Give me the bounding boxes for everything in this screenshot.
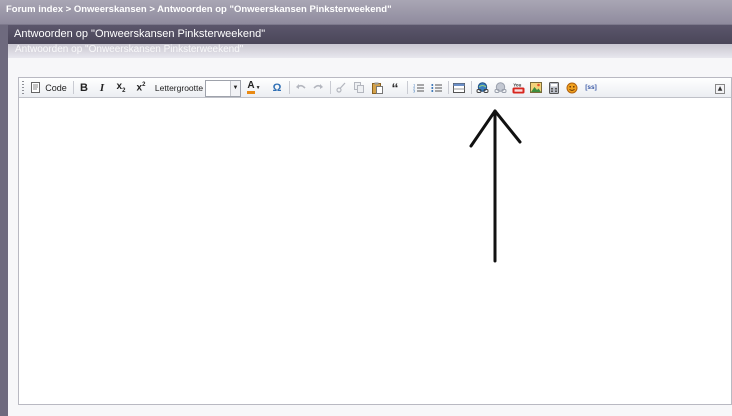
- redo-button[interactable]: [310, 80, 326, 95]
- numbered-list-button[interactable]: 1 2 3: [410, 80, 426, 95]
- font-color-icon: A: [247, 81, 255, 94]
- code-button[interactable]: Code: [28, 80, 70, 95]
- panel-subheader: Antwoorden op "Onweerskansen Pinksterwee…: [8, 44, 732, 58]
- subscript-icon: x2: [117, 81, 126, 94]
- font-color-button[interactable]: A ▼: [244, 80, 264, 95]
- svg-text:3: 3: [413, 89, 415, 93]
- table-button[interactable]: [451, 80, 467, 95]
- special-char-button[interactable]: Ω: [269, 80, 285, 95]
- bold-icon: B: [80, 81, 88, 94]
- copy-button[interactable]: [351, 80, 367, 95]
- code-label: Code: [45, 82, 67, 93]
- calculator-button[interactable]: [546, 80, 562, 95]
- superscript-button[interactable]: x2: [132, 80, 150, 95]
- omega-icon: Ω: [272, 81, 282, 94]
- toolbar-separator: [330, 81, 331, 94]
- superscript-mark: 2: [142, 81, 146, 88]
- undo-icon: [295, 84, 306, 89]
- embed-button[interactable]: [ss]: [582, 80, 600, 95]
- toolbar-separator: [289, 81, 290, 94]
- clipboard-icon: [371, 82, 383, 94]
- document-icon: [31, 82, 41, 93]
- copy-icon: [353, 82, 364, 93]
- breadcrumb[interactable]: Forum index > Onweerskansen > Antwoorden…: [6, 4, 392, 15]
- unlink-globe-icon: [494, 82, 506, 93]
- bullet-list-button[interactable]: [428, 80, 444, 95]
- editor-content-area[interactable]: [19, 98, 731, 404]
- reply-panel: Antwoorden op "Onweerskansen Pinksterwee…: [8, 25, 732, 416]
- smiley-button[interactable]: [564, 80, 580, 95]
- unlink-button[interactable]: [492, 80, 508, 95]
- page-title: Antwoorden op "Onweerskansen Pinksterwee…: [14, 28, 266, 40]
- calculator-icon: [549, 81, 559, 94]
- embed-icon: [ss]: [585, 84, 597, 91]
- editor-toolbar: Code B I x2 x2 Lettergrootte ▼ A ▼ Ω “ 1…: [19, 78, 731, 98]
- bullet-list-icon: [430, 83, 442, 92]
- font-size-label: Lettergrootte: [154, 82, 204, 93]
- youtube-icon: You: [512, 82, 524, 93]
- numbered-list-icon: 1 2 3: [413, 83, 424, 93]
- image-button[interactable]: [528, 80, 544, 95]
- cut-button[interactable]: [333, 80, 349, 95]
- toolbar-separator: [471, 81, 472, 94]
- toolbar-grip-icon[interactable]: [22, 81, 24, 94]
- paste-button[interactable]: [369, 80, 385, 95]
- panel-header: Antwoorden op "Onweerskansen Pinksterwee…: [8, 25, 732, 44]
- link-button[interactable]: [474, 80, 490, 95]
- toolbar-separator: [407, 81, 408, 94]
- table-icon: [453, 82, 465, 93]
- redo-icon: [312, 84, 323, 89]
- image-icon: [530, 82, 542, 93]
- toolbar-separator: [73, 81, 74, 94]
- quote-icon: “: [391, 79, 399, 96]
- bold-button[interactable]: B: [76, 80, 92, 95]
- page-subtitle: Antwoorden op "Onweerskansen Pinksterwee…: [15, 44, 244, 55]
- italic-button[interactable]: I: [94, 80, 110, 95]
- youtube-you-text: You: [513, 82, 521, 87]
- post-editor: Code B I x2 x2 Lettergrootte ▼ A ▼ Ω “ 1…: [18, 77, 732, 405]
- smiley-icon: [566, 82, 578, 93]
- font-color-dropdown-icon: ▼: [255, 84, 261, 91]
- link-globe-icon: [476, 82, 488, 93]
- subscript-button[interactable]: x2: [112, 80, 130, 95]
- subscript-mark: 2: [122, 88, 126, 94]
- undo-button[interactable]: [292, 80, 308, 95]
- chevron-down-icon: ▼: [230, 81, 240, 96]
- toolbar-collapse-button[interactable]: ▲: [715, 84, 725, 94]
- youtube-button[interactable]: You: [510, 80, 526, 95]
- toolbar-separator: [448, 81, 449, 94]
- superscript-icon: x2: [137, 82, 146, 93]
- italic-icon: I: [99, 81, 105, 94]
- quote-button[interactable]: “: [387, 80, 403, 95]
- collapse-triangle-icon: ▲: [717, 85, 723, 92]
- font-size-select[interactable]: ▼: [205, 80, 241, 97]
- scissors-icon: [336, 82, 346, 93]
- top-bar: Forum index > Onweerskansen > Antwoorden…: [0, 0, 732, 25]
